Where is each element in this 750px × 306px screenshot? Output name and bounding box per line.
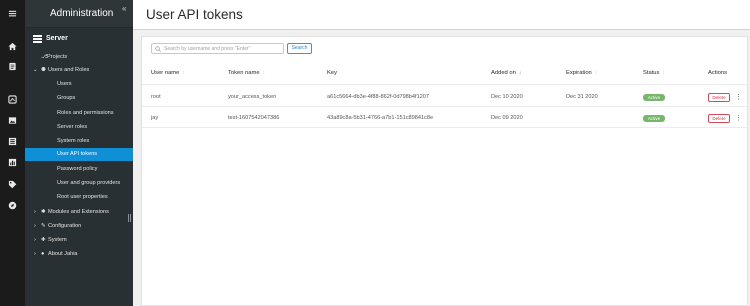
cell-key: 43a89c8a-5b31-4766-a7b1-151c89841c8e xyxy=(327,115,434,121)
sidebar-item-configuration[interactable]: › ✎ Configuration xyxy=(25,220,133,233)
cell-user-name: jay xyxy=(151,115,159,121)
status-badge: Active xyxy=(643,115,665,122)
sidebar-item-label: Groups xyxy=(57,95,76,101)
sidebar-item-system[interactable]: › ✚ System xyxy=(25,234,133,247)
search-button[interactable]: Search xyxy=(287,43,312,54)
sidebar-item-label: System roles xyxy=(57,138,90,144)
sidebar-item-password-policy[interactable]: Password policy xyxy=(25,163,133,176)
sidebar-item-modules-and-extensions[interactable]: › ✱ Modules and Extensions xyxy=(25,206,133,219)
column-header-token-name[interactable]: Token name ↕ xyxy=(228,70,265,76)
document-icon[interactable] xyxy=(0,59,25,73)
wrench-icon: ✎ xyxy=(41,223,46,229)
table-divider xyxy=(142,106,747,107)
search-input[interactable] xyxy=(164,44,282,53)
cell-key: a61c5664-db3e-4f88-862f-0d798b4f1207 xyxy=(327,94,430,100)
sidebar-item-label: Users and Roles xyxy=(48,67,90,73)
sidebar-item-label: Projects xyxy=(47,54,68,60)
search-icon xyxy=(155,46,161,52)
column-header-user-name[interactable]: User name ↕ xyxy=(151,70,185,76)
icon-rail xyxy=(0,0,25,306)
sort-icon: ↕ xyxy=(182,70,185,76)
info-icon: ● xyxy=(41,251,45,257)
sidebar-item-users[interactable]: Users xyxy=(25,78,133,91)
image-icon[interactable] xyxy=(0,113,25,127)
sidebar-item-system-roles[interactable]: System roles xyxy=(25,135,133,148)
sidebar-section-server[interactable]: Server xyxy=(25,30,133,47)
sidebar-item-label: Password policy xyxy=(57,166,98,172)
compass-icon[interactable] xyxy=(0,198,25,212)
tag-icon[interactable] xyxy=(0,177,25,191)
chevron-down-icon: ⌄ xyxy=(33,67,38,73)
sidebar-item-label: About Jahia xyxy=(48,251,78,257)
chevron-right-icon: › xyxy=(34,237,36,243)
users-icon: ⚉ xyxy=(41,67,47,73)
more-options-icon[interactable]: ⋮ xyxy=(735,115,742,122)
chevron-right-icon: › xyxy=(34,209,36,215)
column-header-actions: Actions xyxy=(708,70,728,76)
sidebar-item-users-and-roles[interactable]: ⌄ ⚉ Users and Roles xyxy=(25,64,133,77)
sort-icon: ↕ xyxy=(662,70,665,76)
sidebar-item-label: Configuration xyxy=(48,223,82,229)
sidebar-item-label: Modules and Extensions xyxy=(48,209,109,215)
menu-icon[interactable] xyxy=(0,6,25,20)
content-panel xyxy=(141,36,748,306)
sidebar-item-user-api-tokens[interactable]: User API tokens xyxy=(25,148,133,161)
collapse-sidebar-icon[interactable]: « xyxy=(122,4,126,13)
admin-sidebar: Administration « Server ⎇ Projects ⌄ ⚉ U… xyxy=(25,0,133,306)
sidebar-item-label: Root user properties xyxy=(57,194,108,200)
sidebar-header: Administration « xyxy=(25,0,133,28)
cell-expiration: Dec 31 2020 xyxy=(566,94,598,100)
delete-button[interactable]: Delete xyxy=(708,93,730,102)
resize-handle[interactable] xyxy=(128,214,131,222)
cell-user-name: root xyxy=(151,94,161,100)
sidebar-item-label: System xyxy=(48,237,67,243)
column-header-status[interactable]: Status ↕ xyxy=(643,70,665,76)
chart-icon[interactable] xyxy=(0,155,25,169)
search-box xyxy=(151,43,284,54)
column-header-key: Key xyxy=(327,70,337,76)
more-options-icon[interactable]: ⋮ xyxy=(735,94,742,101)
sort-icon: ↕ xyxy=(594,70,598,76)
delete-button[interactable]: Delete xyxy=(708,114,730,123)
table-divider xyxy=(142,127,747,128)
chevron-right-icon: › xyxy=(34,223,36,229)
form-icon[interactable] xyxy=(0,134,25,148)
sidebar-item-user-and-group-providers[interactable]: User and group providers xyxy=(25,177,133,190)
sidebar-section-label: Server xyxy=(46,35,68,42)
cell-token-name: test-1607542047386 xyxy=(228,115,280,121)
sort-icon: ↕ xyxy=(262,70,266,76)
sidebar-item-projects[interactable]: ⎇ Projects xyxy=(25,51,133,64)
puzzle-icon: ✱ xyxy=(41,209,46,215)
sidebar-item-roles-and-permissions[interactable]: Roles and permissions xyxy=(25,107,133,120)
status-badge: Active xyxy=(643,94,665,101)
sidebar-title: Administration xyxy=(50,8,114,19)
table-divider xyxy=(142,84,747,85)
sidebar-item-label: User and group providers xyxy=(57,180,121,186)
column-header-added-on[interactable]: Added on ↓ xyxy=(491,70,521,76)
page-header: User API tokens xyxy=(133,0,750,30)
dashboard-icon[interactable] xyxy=(0,92,25,106)
system-icon: ✚ xyxy=(41,237,46,243)
cell-added-on: Dec 09 2020 xyxy=(491,115,523,121)
cell-token-name: your_access_token xyxy=(228,94,277,100)
chevron-right-icon: › xyxy=(34,251,36,257)
sidebar-item-label: Users xyxy=(57,81,72,87)
cell-added-on: Dec 10 2020 xyxy=(491,94,523,100)
sidebar-item-server-roles[interactable]: Server roles xyxy=(25,121,133,134)
sidebar-item-root-user-properties[interactable]: Root user properties xyxy=(25,191,133,204)
sidebar-item-label: User API tokens xyxy=(57,151,98,157)
sidebar-item-about-jahia[interactable]: › ● About Jahia xyxy=(25,248,133,261)
sidebar-item-label: Server roles xyxy=(57,124,88,130)
server-icon xyxy=(33,35,42,43)
page-title: User API tokens xyxy=(146,7,243,22)
sidebar-item-groups[interactable]: Groups xyxy=(25,92,133,105)
sidebar-item-label: Roles and permissions xyxy=(57,110,114,116)
sort-descending-icon: ↓ xyxy=(518,70,522,76)
column-header-expiration[interactable]: Expiration ↕ xyxy=(566,70,597,76)
home-icon[interactable] xyxy=(0,39,25,53)
